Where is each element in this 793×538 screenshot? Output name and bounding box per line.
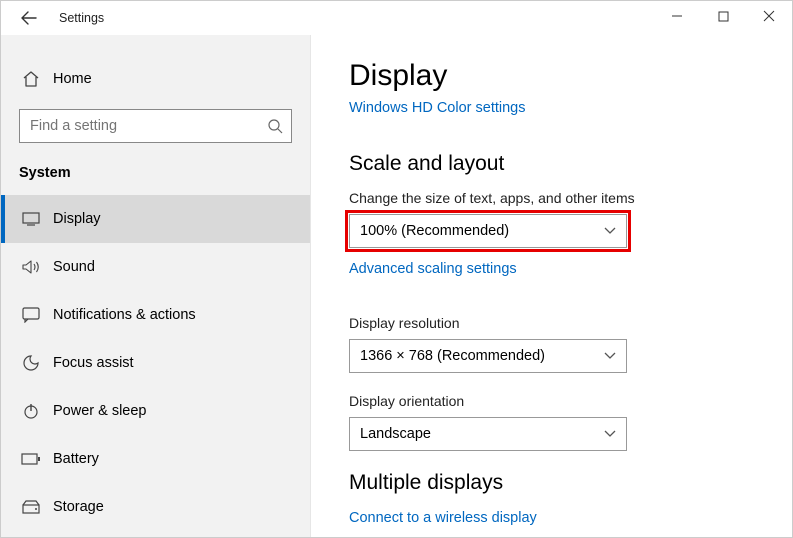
- sidebar-item-sound[interactable]: Sound: [1, 243, 310, 291]
- resolution-label: Display resolution: [349, 315, 792, 331]
- window-title: Settings: [59, 11, 104, 25]
- sidebar-item-label: Storage: [53, 499, 104, 515]
- sidebar-item-label: Focus assist: [53, 355, 134, 371]
- display-icon: [19, 212, 43, 226]
- close-button[interactable]: [746, 1, 792, 31]
- sidebar-nav-list: Display Sound Notifications & actions Fo…: [1, 195, 310, 531]
- minimize-icon: [671, 10, 683, 22]
- sidebar-item-display[interactable]: Display: [1, 195, 310, 243]
- close-icon: [763, 10, 775, 22]
- search-box[interactable]: [19, 109, 292, 143]
- maximize-button[interactable]: [700, 1, 746, 31]
- orientation-label: Display orientation: [349, 393, 792, 409]
- resolution-group: Display resolution 1366 × 768 (Recommend…: [349, 315, 792, 373]
- advanced-scaling-link[interactable]: Advanced scaling settings: [349, 261, 517, 277]
- sidebar-item-label: Notifications & actions: [53, 307, 196, 323]
- sidebar-item-battery[interactable]: Battery: [1, 435, 310, 483]
- resolution-dropdown[interactable]: 1366 × 768 (Recommended): [349, 339, 627, 373]
- minimize-button[interactable]: [654, 1, 700, 31]
- sidebar-item-label: Power & sleep: [53, 403, 147, 419]
- page-heading: Display: [349, 59, 792, 93]
- orientation-group: Display orientation Landscape: [349, 393, 792, 451]
- scale-dropdown-value: 100% (Recommended): [360, 223, 509, 239]
- back-button[interactable]: [15, 4, 43, 32]
- wireless-display-link[interactable]: Connect to a wireless display: [349, 510, 537, 526]
- resolution-dropdown-value: 1366 × 768 (Recommended): [360, 348, 545, 364]
- hd-color-link[interactable]: Windows HD Color settings: [349, 100, 525, 116]
- scale-label: Change the size of text, apps, and other…: [349, 190, 792, 206]
- sidebar-item-label: Display: [53, 211, 101, 227]
- search-input[interactable]: [28, 117, 267, 135]
- sidebar-item-label: Battery: [53, 451, 99, 467]
- maximize-icon: [718, 11, 729, 22]
- window-controls: [654, 1, 792, 31]
- notifications-icon: [19, 307, 43, 323]
- section-heading-multi: Multiple displays: [349, 471, 792, 495]
- chevron-down-icon: [604, 227, 616, 235]
- main-content: Display Windows HD Color settings Scale …: [311, 35, 792, 537]
- sidebar-item-power[interactable]: Power & sleep: [1, 387, 310, 435]
- orientation-dropdown[interactable]: Landscape: [349, 417, 627, 451]
- section-heading-scale: Scale and layout: [349, 152, 792, 176]
- search-icon: [267, 118, 283, 134]
- sound-icon: [19, 259, 43, 275]
- home-label: Home: [53, 71, 92, 87]
- scale-dropdown[interactable]: 100% (Recommended): [349, 214, 627, 248]
- focus-assist-icon: [19, 354, 43, 372]
- chevron-down-icon: [604, 352, 616, 360]
- sidebar-section-label: System: [1, 161, 310, 195]
- scale-group: Change the size of text, apps, and other…: [349, 190, 792, 295]
- power-icon: [19, 403, 43, 419]
- sidebar-item-label: Sound: [53, 259, 95, 275]
- sidebar-item-storage[interactable]: Storage: [1, 483, 310, 531]
- sidebar-item-notifications[interactable]: Notifications & actions: [1, 291, 310, 339]
- sidebar-item-focus-assist[interactable]: Focus assist: [1, 339, 310, 387]
- home-icon: [19, 70, 43, 88]
- sidebar: Home System Display Sound: [1, 35, 311, 537]
- arrow-left-icon: [21, 10, 37, 26]
- storage-icon: [19, 500, 43, 514]
- chevron-down-icon: [604, 430, 616, 438]
- battery-icon: [19, 453, 43, 465]
- home-nav[interactable]: Home: [1, 59, 310, 99]
- orientation-dropdown-value: Landscape: [360, 426, 431, 442]
